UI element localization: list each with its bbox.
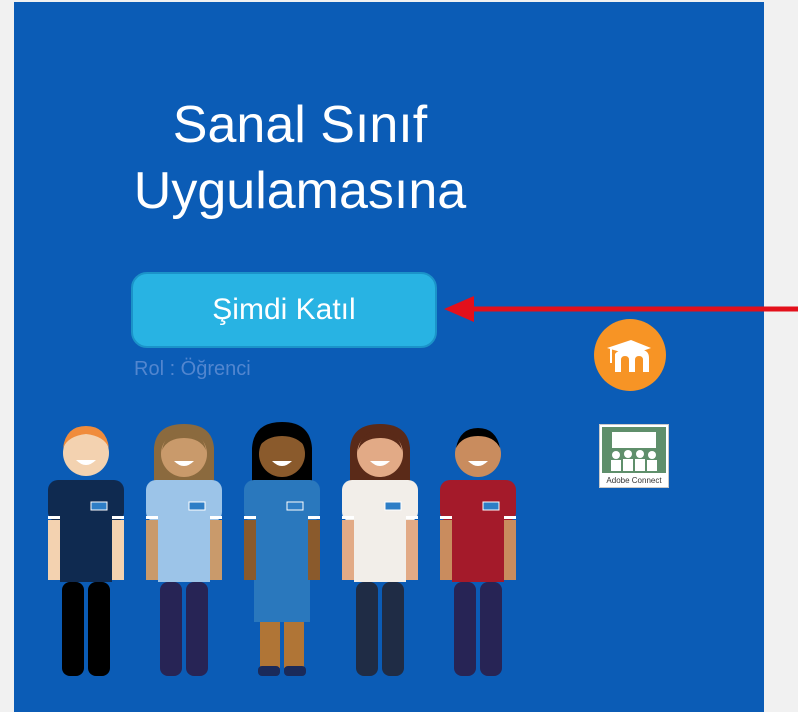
staff-illustration [48,422,516,676]
join-now-button[interactable]: Şimdi Katıl [131,272,437,348]
person-navy [48,426,124,676]
title-line-2: Uygulamasına [133,162,467,220]
moodle-logo-icon[interactable] [593,318,667,392]
role-label: Rol : Öğrenci [134,358,251,380]
person-light-blue [146,424,222,676]
adobe-connect-logo-icon[interactable]: Adobe Connect [599,424,669,488]
person-blue-dress [244,422,320,676]
adobe-connect-caption: Adobe Connect [606,476,662,485]
title-line-1: Sanal Sınıf [172,96,428,154]
person-white [342,424,418,676]
adobe-connect-image [602,427,666,473]
red-arrow-icon [444,296,798,322]
person-red [440,428,516,676]
page-title: Sanal Sınıf Uygulamasına [14,92,586,224]
virtual-class-panel: Sanal Sınıf Uygulamasına Şimdi Katıl Rol… [14,2,764,712]
